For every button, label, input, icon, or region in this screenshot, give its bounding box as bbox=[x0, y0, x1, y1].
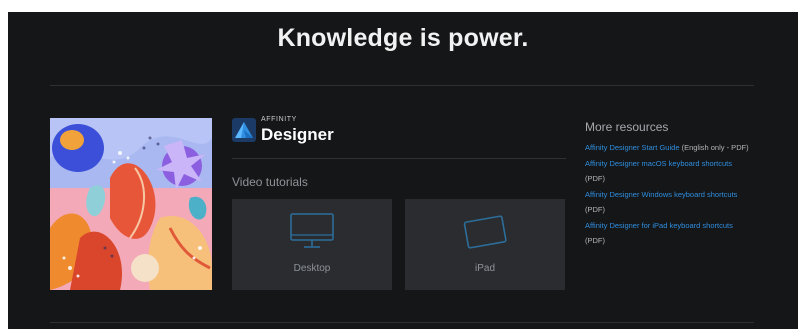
ipad-shortcuts-link[interactable]: Affinity Designer for iPad keyboard shor… bbox=[585, 221, 733, 230]
resource-note: (PDF) bbox=[585, 205, 605, 214]
ipad-tablet-icon bbox=[463, 215, 507, 249]
ipad-card-label: iPad bbox=[474, 263, 495, 274]
brand-company-name: AFFINITY bbox=[261, 116, 297, 123]
divider-top bbox=[50, 85, 754, 86]
video-tutorials-heading: Video tutorials bbox=[232, 175, 308, 189]
resource-item: Affinity Designer Windows keyboard short… bbox=[585, 187, 753, 218]
desktop-monitor-icon bbox=[290, 213, 334, 248]
product-illustration bbox=[50, 118, 212, 290]
start-guide-link[interactable]: Affinity Designer Start Guide bbox=[585, 143, 680, 152]
resource-note: (PDF) bbox=[585, 174, 605, 183]
resource-note: (English only - PDF) bbox=[679, 143, 749, 152]
divider-bottom bbox=[50, 322, 754, 323]
divider-brand bbox=[232, 158, 566, 159]
resource-item: Affinity Designer macOS keyboard shortcu… bbox=[585, 156, 753, 187]
desktop-card-label: Desktop bbox=[293, 263, 331, 274]
page-section: Knowledge is power. AFFINITY Designer Vi… bbox=[8, 12, 798, 329]
affinity-designer-logo-icon bbox=[232, 118, 256, 142]
more-resources: More resources Affinity Designer Start G… bbox=[585, 120, 753, 249]
brand-product-name: Designer bbox=[261, 125, 334, 144]
page-headline: Knowledge is power. bbox=[277, 24, 529, 52]
macos-shortcuts-link[interactable]: Affinity Designer macOS keyboard shortcu… bbox=[585, 159, 732, 168]
resource-item: Affinity Designer for iPad keyboard shor… bbox=[585, 218, 753, 249]
resource-note: (PDF) bbox=[585, 236, 605, 245]
resource-item: Affinity Designer Start Guide (English o… bbox=[585, 140, 753, 156]
windows-shortcuts-link[interactable]: Affinity Designer Windows keyboard short… bbox=[585, 190, 737, 199]
desktop-tutorials-card[interactable]: Desktop bbox=[232, 199, 392, 290]
more-resources-heading: More resources bbox=[585, 120, 669, 134]
ipad-tutorials-card[interactable]: iPad bbox=[405, 199, 565, 290]
